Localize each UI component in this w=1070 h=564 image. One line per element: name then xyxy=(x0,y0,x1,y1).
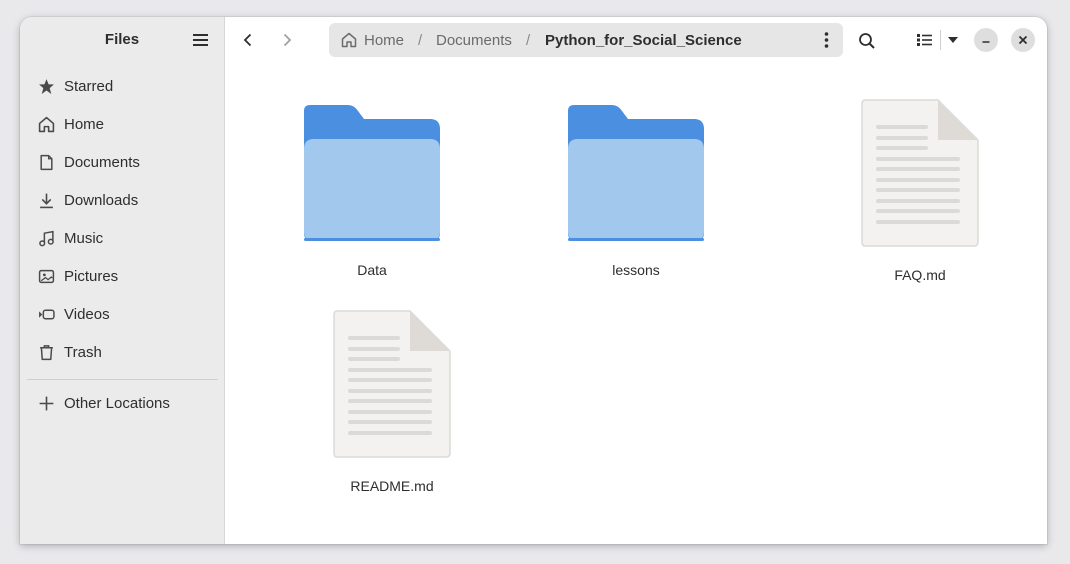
search-button[interactable] xyxy=(850,24,882,56)
breadcrumb-current[interactable]: Python_for_Social_Science xyxy=(545,32,742,49)
breadcrumb-separator: / xyxy=(526,32,531,49)
sidebar-item-label: Home xyxy=(64,116,105,133)
star-icon xyxy=(39,79,54,94)
close-button[interactable] xyxy=(1011,28,1035,52)
sidebar-item-trash[interactable]: Trash xyxy=(20,333,224,371)
chevron-left-icon xyxy=(243,33,252,47)
breadcrumb-documents[interactable]: Documents xyxy=(436,32,512,49)
back-button[interactable] xyxy=(232,24,264,56)
places-list: Starred Home Documents Downloads Music P… xyxy=(20,67,224,371)
files-window: Files Starred Home Documents Downloads M… xyxy=(20,17,1047,544)
view-list-button[interactable] xyxy=(908,24,940,56)
file-item-data-folder[interactable]: Data xyxy=(292,103,452,278)
file-name: lessons xyxy=(612,262,660,278)
sidebar: Files Starred Home Documents Downloads M… xyxy=(20,17,225,544)
other-locations-section: Other Locations xyxy=(20,384,224,422)
main-menu-button[interactable] xyxy=(192,31,210,49)
home-icon xyxy=(38,116,55,133)
document-icon xyxy=(40,154,53,171)
hamburger-icon xyxy=(193,34,208,46)
vertical-dots-icon xyxy=(824,32,829,48)
minimize-button[interactable] xyxy=(974,28,998,52)
text-file-icon xyxy=(861,99,979,247)
sidebar-item-label: Trash xyxy=(64,344,102,361)
trash-icon xyxy=(40,345,53,361)
file-item-readme-md[interactable]: README.md xyxy=(312,309,472,494)
forward-button[interactable] xyxy=(271,24,303,56)
list-view-icon xyxy=(917,34,932,46)
breadcrumb-separator: / xyxy=(418,32,423,49)
sidebar-item-label: Downloads xyxy=(64,192,139,209)
text-file-icon xyxy=(333,310,451,458)
music-icon xyxy=(39,230,54,247)
search-icon xyxy=(859,33,875,49)
file-name: Data xyxy=(357,262,387,278)
header-bar: Home / Documents / Python_for_Social_Sci… xyxy=(225,17,1047,63)
sidebar-item-music[interactable]: Music xyxy=(20,219,224,257)
path-bar: Home / Documents / Python_for_Social_Sci… xyxy=(329,23,843,57)
sidebar-item-downloads[interactable]: Downloads xyxy=(20,181,224,219)
folder-icon xyxy=(568,105,704,241)
chevron-right-icon xyxy=(283,33,292,47)
sidebar-item-home[interactable]: Home xyxy=(20,105,224,143)
path-menu-button[interactable] xyxy=(815,28,839,52)
breadcrumb-home[interactable]: Home xyxy=(364,32,404,49)
sidebar-item-starred[interactable]: Starred xyxy=(20,67,224,105)
sidebar-item-label: Other Locations xyxy=(64,395,170,412)
file-grid: Data lessons FAQ.md README.md xyxy=(225,63,1047,544)
sidebar-item-documents[interactable]: Documents xyxy=(20,143,224,181)
view-options-button[interactable] xyxy=(938,24,966,56)
picture-icon xyxy=(38,269,55,284)
file-item-lessons-folder[interactable]: lessons xyxy=(556,103,716,278)
sidebar-header: Files xyxy=(20,17,224,63)
sidebar-item-other-locations[interactable]: Other Locations xyxy=(20,384,224,422)
file-name: README.md xyxy=(350,478,434,494)
home-icon xyxy=(341,32,357,48)
sidebar-item-label: Pictures xyxy=(64,268,119,285)
sidebar-item-label: Starred xyxy=(64,78,114,95)
caret-down-icon xyxy=(948,37,958,43)
sidebar-item-videos[interactable]: Videos xyxy=(20,295,224,333)
sidebar-divider xyxy=(27,379,218,380)
file-item-faq-md[interactable]: FAQ.md xyxy=(840,98,1000,283)
download-icon xyxy=(40,193,53,209)
sidebar-item-pictures[interactable]: Pictures xyxy=(20,257,224,295)
folder-icon xyxy=(304,105,440,241)
file-name: FAQ.md xyxy=(894,267,946,283)
sidebar-item-label: Music xyxy=(64,230,104,247)
sidebar-item-label: Videos xyxy=(64,306,110,323)
sidebar-item-label: Documents xyxy=(64,154,140,171)
minimize-icon xyxy=(982,41,990,43)
plus-icon xyxy=(39,396,54,411)
video-icon xyxy=(39,309,55,320)
close-icon xyxy=(1018,35,1028,45)
